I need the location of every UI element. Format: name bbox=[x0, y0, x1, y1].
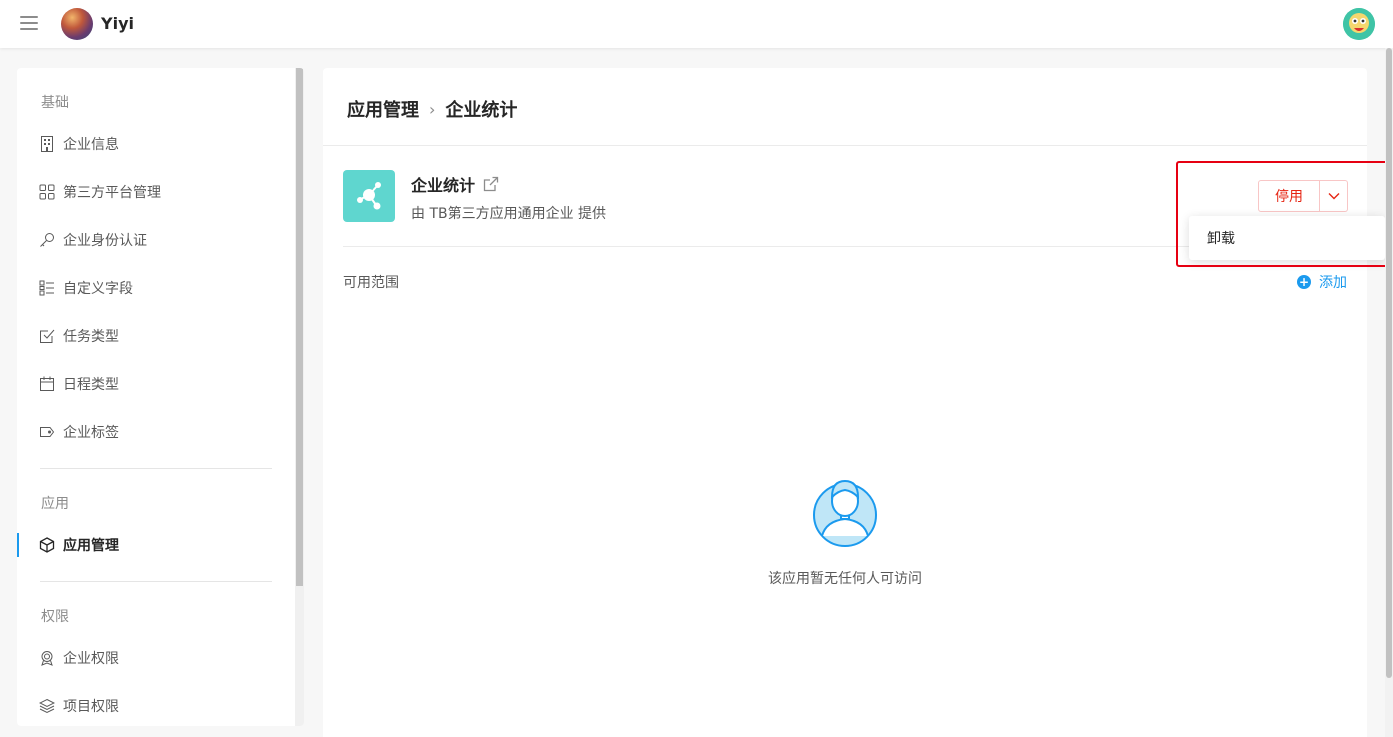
sidebar-divider bbox=[40, 581, 272, 582]
external-link-icon[interactable] bbox=[483, 176, 499, 192]
layers-icon bbox=[39, 698, 55, 714]
sidebar-scroll-thumb[interactable] bbox=[296, 68, 303, 586]
header-divider bbox=[323, 145, 1367, 146]
sidebar-item-label: 应用管理 bbox=[63, 538, 119, 554]
empty-user-icon bbox=[812, 473, 878, 551]
action-dropdown-menu: 卸载 bbox=[1189, 216, 1385, 260]
top-bar: Yiyi bbox=[0, 0, 1393, 48]
scope-label: 可用范围 bbox=[343, 275, 399, 291]
add-scope-button[interactable]: + 添加 bbox=[1297, 272, 1347, 292]
sidebar-item-label: 自定义字段 bbox=[63, 281, 133, 297]
breadcrumb-separator-icon: › bbox=[429, 99, 436, 119]
app-icon bbox=[343, 170, 395, 222]
disable-button[interactable]: 停用 bbox=[1258, 180, 1320, 212]
key-icon bbox=[39, 232, 55, 248]
breadcrumb: 应用管理 › 企业统计 bbox=[347, 96, 517, 122]
sidebar-item-schedule-types[interactable]: 日程类型 bbox=[17, 364, 295, 404]
apps-grid-icon bbox=[39, 184, 55, 200]
dropdown-toggle-button[interactable] bbox=[1320, 180, 1348, 212]
empty-state-text: 该应用暂无任何人可访问 bbox=[768, 571, 922, 587]
sidebar-divider bbox=[40, 468, 272, 469]
badge-icon bbox=[39, 650, 55, 666]
breadcrumb-current: 企业统计 bbox=[445, 100, 518, 121]
main-panel: 应用管理 › 企业统计 企业统计 由 TB第三方应用通用企业 提供 可用范围 +… bbox=[323, 68, 1367, 737]
chevron-down-icon bbox=[1328, 193, 1339, 200]
user-avatar[interactable] bbox=[1343, 8, 1375, 40]
sidebar-item-label: 项目权限 bbox=[63, 699, 119, 715]
sidebar-item-label: 企业身份认证 bbox=[63, 233, 147, 249]
app-name: 企业统计 bbox=[411, 172, 499, 196]
checkbox-icon bbox=[39, 328, 55, 344]
sidebar-scrollbar[interactable] bbox=[295, 68, 304, 726]
sidebar: 基础 企业信息 第三方平台管理 企业身份认证 自定义字段 任务类型 日程类型 企… bbox=[17, 68, 304, 726]
sidebar-item-label: 企业信息 bbox=[63, 137, 119, 153]
sidebar-item-app-management[interactable]: 应用管理 bbox=[17, 525, 295, 565]
page-scroll-thumb[interactable] bbox=[1386, 48, 1392, 678]
sidebar-item-label: 第三方平台管理 bbox=[63, 185, 161, 201]
tag-icon bbox=[39, 424, 55, 440]
org-name[interactable]: Yiyi bbox=[101, 14, 134, 33]
hamburger-menu-icon[interactable] bbox=[20, 16, 38, 30]
breadcrumb-parent[interactable]: 应用管理 bbox=[347, 96, 419, 122]
group-title-apps: 应用 bbox=[41, 496, 69, 512]
group-title-basic: 基础 bbox=[41, 95, 69, 111]
sidebar-item-label: 企业权限 bbox=[63, 651, 119, 667]
org-logo[interactable] bbox=[61, 8, 93, 40]
sidebar-item-label: 任务类型 bbox=[63, 329, 119, 345]
sidebar-item-label: 日程类型 bbox=[63, 377, 119, 393]
form-fields-icon bbox=[39, 280, 55, 296]
plus-circle-icon: + bbox=[1297, 275, 1311, 289]
sidebar-item-org-info[interactable]: 企业信息 bbox=[17, 124, 295, 164]
page-scrollbar[interactable] bbox=[1385, 48, 1393, 737]
sidebar-item-label: 企业标签 bbox=[63, 425, 119, 441]
sidebar-item-third-party[interactable]: 第三方平台管理 bbox=[17, 172, 295, 212]
sidebar-item-org-tags[interactable]: 企业标签 bbox=[17, 412, 295, 452]
app-provider: 由 TB第三方应用通用企业 提供 bbox=[411, 206, 607, 222]
sidebar-item-custom-fields[interactable]: 自定义字段 bbox=[17, 268, 295, 308]
sidebar-item-org-permissions[interactable]: 企业权限 bbox=[17, 638, 295, 678]
group-title-permissions: 权限 bbox=[41, 609, 69, 625]
app-name-text: 企业统计 bbox=[411, 176, 476, 195]
cube-icon bbox=[39, 537, 55, 553]
disable-split-button: 停用 bbox=[1258, 180, 1348, 212]
uninstall-menu-item[interactable]: 卸载 bbox=[1189, 216, 1385, 260]
add-scope-label: 添加 bbox=[1319, 275, 1347, 291]
calendar-icon bbox=[39, 376, 55, 392]
sidebar-item-identity[interactable]: 企业身份认证 bbox=[17, 220, 295, 260]
building-icon bbox=[39, 136, 55, 152]
sidebar-item-task-types[interactable]: 任务类型 bbox=[17, 316, 295, 356]
sidebar-item-project-permissions[interactable]: 项目权限 bbox=[17, 686, 295, 726]
